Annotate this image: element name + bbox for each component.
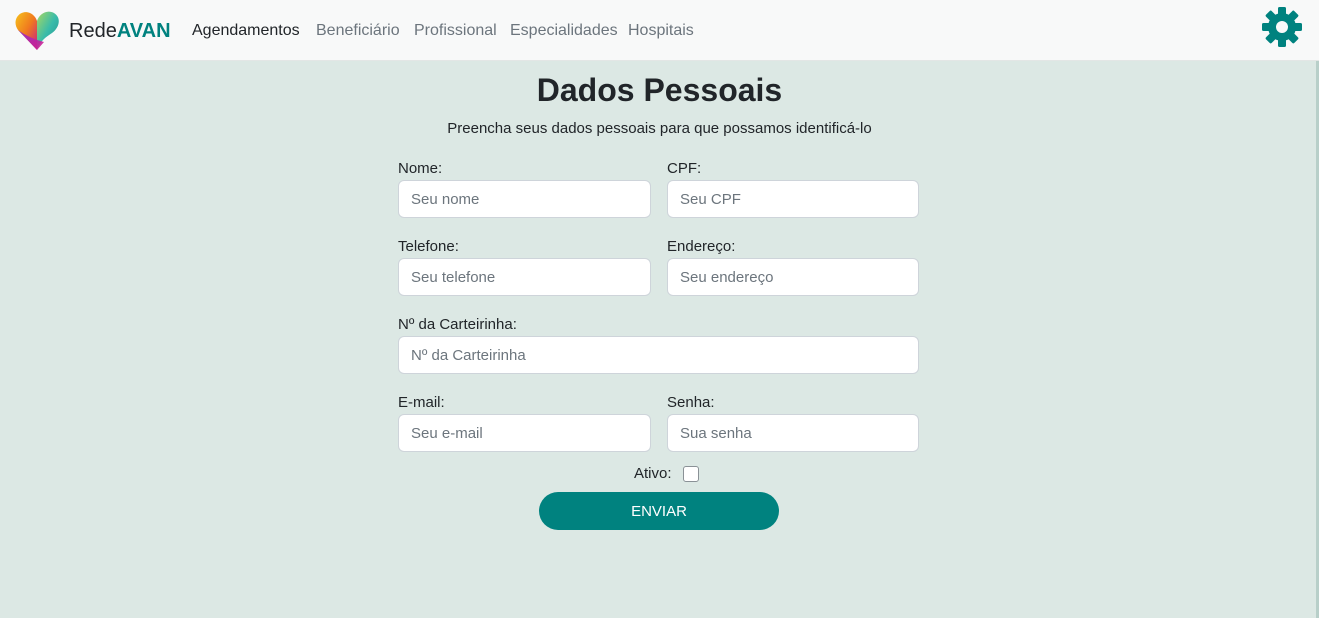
brand-name[interactable]: RedeAVAN (69, 19, 171, 43)
nome-label: Nome: (398, 160, 443, 177)
nav-hospitais[interactable]: Hospitais (628, 21, 694, 41)
navbar: RedeAVAN Agendamentos Beneficiário Profi… (0, 0, 1319, 61)
cpf-label: CPF: (667, 160, 702, 177)
ativo-label: Ativo: (634, 465, 672, 482)
heart-logo-icon[interactable] (14, 8, 60, 52)
nav-profissional[interactable]: Profissional (414, 21, 497, 41)
nav-beneficiario[interactable]: Beneficiário (316, 21, 400, 41)
nav-especialidades[interactable]: Especialidades (510, 21, 618, 41)
senha-input[interactable] (667, 414, 919, 452)
endereco-label: Endereço: (667, 238, 736, 255)
brand-prefix: Rede (69, 20, 117, 42)
endereco-input[interactable] (667, 258, 919, 296)
ativo-checkbox[interactable] (683, 466, 699, 482)
nome-input[interactable] (398, 180, 651, 218)
page-subtitle: Preencha seus dados pessoais para que po… (447, 120, 872, 137)
senha-label: Senha: (667, 394, 715, 411)
enviar-button[interactable]: ENVIAR (539, 492, 779, 530)
telefone-input[interactable] (398, 258, 651, 296)
carteirinha-label: Nº da Carteirinha: (398, 316, 517, 333)
email-input[interactable] (398, 414, 651, 452)
gear-icon[interactable] (1261, 6, 1303, 48)
email-label: E-mail: (398, 394, 445, 411)
page-title: Dados Pessoais (536, 72, 783, 108)
carteirinha-input[interactable] (398, 336, 919, 374)
telefone-label: Telefone: (398, 238, 459, 255)
brand-suffix: AVAN (116, 20, 171, 42)
cpf-input[interactable] (667, 180, 919, 218)
nav-agendamentos[interactable]: Agendamentos (192, 21, 300, 41)
